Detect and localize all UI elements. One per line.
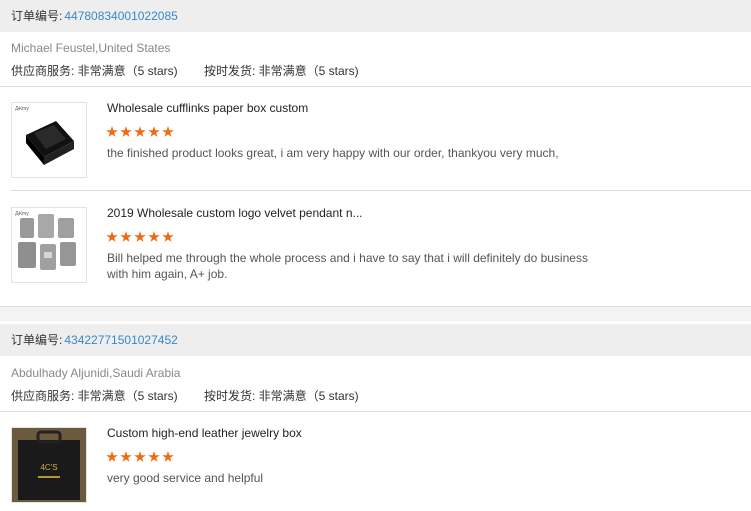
star-icon <box>162 451 174 462</box>
product-thumbnail[interactable]: Ԫmy <box>11 102 87 178</box>
supplier-service-rating: 供应商服务: 非常满意（5 stars) <box>11 389 178 403</box>
order-separator <box>0 306 751 321</box>
item-divider <box>11 190 751 191</box>
buyer-name: Abdulhady Aljunidi,Saudi Arabia <box>11 366 181 380</box>
star-rating <box>106 450 176 464</box>
star-icon <box>134 231 146 242</box>
star-icon <box>120 126 132 137</box>
on-time-delivery-rating: 按时发货: 非常满意（5 stars) <box>204 64 359 78</box>
star-icon <box>162 231 174 242</box>
order-header: 订单编号: 44780834001022085 <box>0 0 751 32</box>
star-icon <box>148 126 160 137</box>
black-box-image <box>26 121 74 165</box>
order-ratings: 供应商服务: 非常满意（5 stars) 按时发货: 非常满意（5 stars) <box>11 62 359 79</box>
brand-logo: Ԫmy <box>15 106 29 112</box>
order-ratings: 供应商服务: 非常满意（5 stars) 按时发货: 非常满意（5 stars) <box>11 387 359 404</box>
product-title-link[interactable]: 2019 Wholesale custom logo velvet pendan… <box>107 206 363 220</box>
product-title-link[interactable]: Custom high-end leather jewelry box <box>107 426 302 440</box>
star-icon <box>134 126 146 137</box>
product-title-link[interactable]: Wholesale cufflinks paper box custom <box>107 101 308 115</box>
order-number-label: 订单编号: <box>11 333 63 347</box>
star-icon <box>106 231 118 242</box>
star-icon <box>106 451 118 462</box>
velvet-box-image <box>18 214 76 270</box>
order-header: 订单编号: 43422771501027452 <box>0 324 751 356</box>
divider <box>0 86 751 87</box>
star-icon <box>106 126 118 137</box>
product-thumbnail[interactable]: 4C'S <box>11 427 87 503</box>
star-rating <box>106 125 176 139</box>
star-icon <box>120 451 132 462</box>
review-text: Bill helped me through the whole process… <box>107 251 588 281</box>
order-number-link[interactable]: 43422771501027452 <box>64 333 177 347</box>
review-text: the finished product looks great, i am v… <box>107 146 559 160</box>
star-rating <box>106 230 176 244</box>
order-number-label: 订单编号: <box>11 9 63 23</box>
supplier-service-rating: 供应商服务: 非常满意（5 stars) <box>11 64 178 78</box>
star-icon <box>162 126 174 137</box>
order-number-link[interactable]: 44780834001022085 <box>64 9 177 23</box>
review-text: very good service and helpful <box>107 471 264 485</box>
buyer-name: Michael Feustel,United States <box>11 41 171 55</box>
product-thumbnail[interactable]: Ԫmy <box>11 207 87 283</box>
brand-logo: Ԫmy <box>15 211 29 217</box>
star-icon <box>120 231 132 242</box>
star-icon <box>148 231 160 242</box>
on-time-delivery-rating: 按时发货: 非常满意（5 stars) <box>204 389 359 403</box>
leather-box-image: 4C'S <box>12 428 86 502</box>
divider <box>0 411 751 412</box>
star-icon <box>148 451 160 462</box>
box-brand-text: 4C'S <box>40 463 57 472</box>
star-icon <box>134 451 146 462</box>
